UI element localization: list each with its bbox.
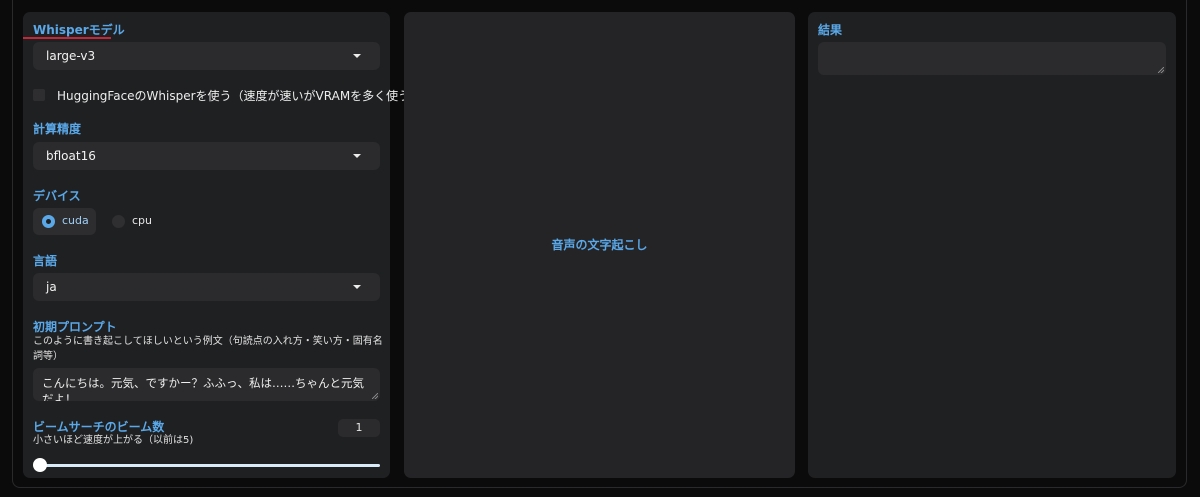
settings-panel: Whisperモデル large-v3 HuggingFaceのWhisperを… bbox=[23, 12, 422, 478]
hf-whisper-checkbox[interactable] bbox=[33, 89, 45, 101]
beam-slider-thumb[interactable] bbox=[33, 458, 47, 472]
model-dropdown[interactable]: large-v3 bbox=[33, 42, 380, 70]
device-option-cuda[interactable]: cuda bbox=[33, 208, 96, 235]
language-dropdown[interactable]: ja bbox=[33, 273, 380, 301]
beam-slider-track[interactable] bbox=[40, 464, 380, 467]
result-textarea[interactable] bbox=[818, 42, 1166, 75]
radio-unselected-icon[interactable] bbox=[112, 215, 125, 228]
chevron-down-icon bbox=[353, 54, 361, 58]
result-panel: 結果 bbox=[808, 12, 1176, 478]
prompt-text: こんにちは。元気、ですかー？ふふっ、私は……ちゃんと元気だよ！ bbox=[42, 376, 364, 401]
precision-label: 計算精度 bbox=[33, 122, 82, 136]
prompt-label: 初期プロンプト bbox=[33, 320, 117, 334]
precision-value: bfloat16 bbox=[46, 149, 96, 163]
language-value: ja bbox=[46, 280, 57, 294]
radio-selected-icon[interactable] bbox=[42, 215, 55, 228]
chevron-down-icon bbox=[353, 154, 361, 158]
resize-handle-icon[interactable] bbox=[1158, 67, 1164, 73]
beam-number-input[interactable]: 1 bbox=[338, 419, 380, 437]
chevron-down-icon bbox=[353, 285, 361, 289]
model-label: Whisperモデル bbox=[33, 23, 125, 37]
precision-dropdown[interactable]: bfloat16 bbox=[33, 142, 380, 170]
prompt-info: このように書き起こしてほしいという例文（句読点の入れ方・笑い方・固有名詞等） bbox=[33, 336, 383, 362]
transcribe-button-label: 音声の文字起こし bbox=[551, 238, 648, 252]
active-tab-underline bbox=[23, 37, 111, 39]
device-option-cpu[interactable]: cpu bbox=[103, 208, 163, 235]
prompt-textarea[interactable]: こんにちは。元気、ですかー？ふふっ、私は……ちゃんと元気だよ！ bbox=[33, 368, 380, 401]
device-option-label: cpu bbox=[132, 214, 153, 227]
result-label: 結果 bbox=[818, 23, 843, 37]
device-label: デバイス bbox=[33, 189, 81, 203]
beam-info: 小さいほど速度が上がる（以前は5) bbox=[33, 435, 194, 446]
language-label: 言語 bbox=[33, 254, 58, 268]
hf-whisper-label: HuggingFaceのWhisperを使う（速度が速いがVRAMを多く使う） bbox=[57, 89, 423, 103]
resize-handle-icon[interactable] bbox=[372, 393, 378, 399]
transcribe-button[interactable]: 音声の文字起こし bbox=[404, 12, 795, 478]
device-option-label: cuda bbox=[62, 214, 89, 227]
model-value: large-v3 bbox=[46, 49, 96, 63]
